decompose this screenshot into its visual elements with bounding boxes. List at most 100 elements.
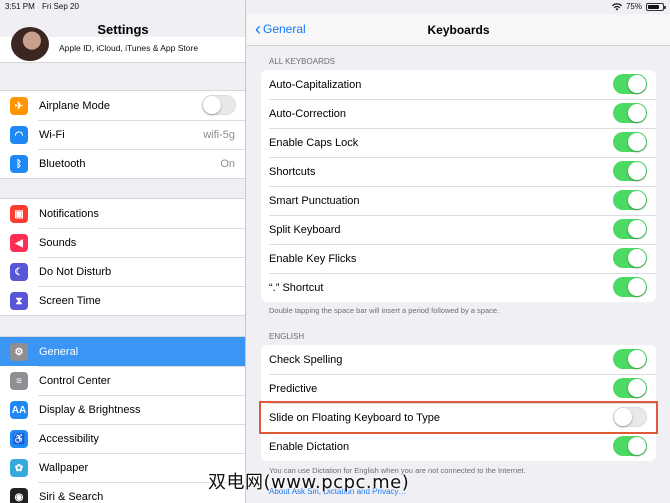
notifications-icon: ▣ [10, 205, 28, 223]
accessibility-icon: ♿ [10, 430, 28, 448]
setting-label: Enable Dictation [269, 440, 350, 453]
sidebar-item-value: wifi-5g [203, 128, 235, 141]
moon-icon: ☾ [10, 263, 28, 281]
setting-row-split-keyboard: Split Keyboard [261, 215, 656, 244]
sidebar-item-wi-fi[interactable]: ◠ Wi-Fi wifi-5g [0, 120, 245, 149]
setting-row-auto-capitalization: Auto-Capitalization [261, 70, 656, 99]
sidebar-item-label: General [39, 345, 79, 358]
setting-toggle[interactable] [613, 407, 647, 427]
setting-toggle[interactable] [613, 436, 647, 456]
sidebar-item-label: Sounds [39, 236, 77, 249]
sidebar-item-control-center[interactable]: ≡ Control Center [0, 366, 245, 395]
toggle-knob [628, 249, 646, 267]
toggle-knob [628, 162, 646, 180]
setting-toggle[interactable] [613, 349, 647, 369]
sidebar-item-accessibility[interactable]: ♿ Accessibility [0, 424, 245, 453]
sidebar-item-label: Bluetooth [39, 157, 86, 170]
watermark: 双电网(www.pcpc.me) [208, 472, 410, 493]
sidebar-item-label: Do Not Disturb [39, 265, 112, 278]
status-date: Fri Sep 20 [42, 2, 79, 11]
airplane-icon: ✈ [10, 97, 28, 115]
setting-label: Smart Punctuation [269, 194, 360, 207]
toggle-knob [614, 408, 632, 426]
toggle-knob [628, 278, 646, 296]
setting-label: Auto-Capitalization [269, 78, 362, 91]
sidebar-group: ▣ Notifications ◀ Sounds ☾ Do Not Disturb ⧗ Scr… [0, 198, 245, 316]
sidebar-item-general[interactable]: ⚙ General [0, 337, 245, 366]
setting-label: Shortcuts [269, 165, 316, 178]
setting-toggle[interactable] [613, 219, 647, 239]
setting-toggle[interactable] [613, 103, 647, 123]
sidebar-item-notifications[interactable]: ▣ Notifications [0, 199, 245, 228]
wifi-icon [611, 2, 622, 10]
setting-label: Enable Key Flicks [269, 252, 357, 265]
setting-row-slide-on-floating-keyboard-to-type: Slide on Floating Keyboard to Type [259, 401, 658, 434]
setting-label: Enable Caps Lock [269, 136, 359, 149]
setting-toggle[interactable] [613, 277, 647, 297]
setting-label: Slide on Floating Keyboard to Type [269, 411, 441, 424]
display-icon: AA [10, 401, 28, 419]
toggle-knob [628, 104, 646, 122]
sidebar-item-value: On [220, 157, 235, 170]
sidebar-item-bluetooth[interactable]: ᛒ Bluetooth On [0, 149, 245, 178]
sidebar-item-display-brightness[interactable]: AA Display & Brightness [0, 395, 245, 424]
setting-toggle[interactable] [613, 74, 647, 94]
control-center-icon: ≡ [10, 372, 28, 390]
wallpaper-icon: ✿ [10, 459, 28, 477]
sidebar-item-label: Airplane Mode [39, 99, 110, 112]
setting-toggle[interactable] [613, 248, 647, 268]
toggle-knob [628, 220, 646, 238]
setting-toggle[interactable] [613, 161, 647, 181]
sidebar-item-do-not-disturb[interactable]: ☾ Do Not Disturb [0, 257, 245, 286]
toggle-knob [628, 437, 646, 455]
bluetooth-icon: ᛒ [10, 155, 28, 173]
setting-label: “.” Shortcut [269, 281, 324, 294]
sidebar-item-sounds[interactable]: ◀ Sounds [0, 228, 245, 257]
sidebar-item-label: Wallpaper [39, 461, 89, 474]
sidebar-item-label: Siri & Search [39, 490, 104, 503]
setting-toggle[interactable] [613, 190, 647, 210]
setting-row-predictive: Predictive [261, 374, 656, 403]
battery-level [648, 4, 659, 9]
setting-toggle[interactable] [613, 378, 647, 398]
setting-row-check-spelling: Check Spelling [261, 345, 656, 374]
nav-bar: ‹ General Keyboards [247, 14, 670, 46]
setting-row-smart-punctuation: Smart Punctuation [261, 186, 656, 215]
sidebar-item-airplane-mode[interactable]: ✈ Airplane Mode [0, 91, 245, 120]
toggle-knob [628, 379, 646, 397]
keyboards-pane: ‹ General Keyboards ALL KEYBOARDS Auto-C… [247, 0, 670, 503]
toggle-knob [628, 350, 646, 368]
sidebar-item-label: Screen Time [39, 294, 101, 307]
setting-row-enable-dictation: Enable Dictation [261, 432, 656, 461]
setting-row-enable-key-flicks: Enable Key Flicks [261, 244, 656, 273]
sidebar-item-label: Wi-Fi [39, 128, 65, 141]
battery-percent: 75% [625, 2, 642, 11]
apple-id-row[interactable]: Apple ID, iCloud, iTunes & App Store [0, 27, 245, 63]
siri-icon: ◉ [10, 488, 28, 503]
section-header-english: ENGLISH [269, 332, 305, 341]
sidebar-item-label: Display & Brightness [39, 403, 141, 416]
battery-icon [646, 2, 666, 11]
setting-row-auto-correction: Auto-Correction [261, 99, 656, 128]
setting-row-shortcut: “.” Shortcut [261, 273, 656, 302]
english-group: Check Spelling Predictive Slide on Floatin… [259, 345, 658, 461]
setting-row-shortcuts: Shortcuts [261, 157, 656, 186]
status-time: 3:51 PM [5, 2, 35, 11]
sidebar-group: ✈ Airplane Mode ◠ Wi-Fi wifi-5g ᛒ Bluetooth On [0, 90, 245, 179]
setting-toggle[interactable] [613, 132, 647, 152]
sidebar-item-label: Accessibility [39, 432, 99, 445]
toggle-knob [628, 75, 646, 93]
airplane-mode-toggle[interactable] [202, 95, 236, 115]
gear-icon: ⚙ [10, 343, 28, 361]
toggle-knob [628, 133, 646, 151]
setting-label: Predictive [269, 382, 318, 395]
all-keyboards-group: Auto-Capitalization Auto-Correction Enable… [261, 70, 656, 302]
toggle-knob [203, 96, 221, 114]
setting-label: Check Spelling [269, 353, 343, 366]
setting-label: Auto-Correction [269, 107, 347, 120]
sidebar-item-screen-time[interactable]: ⧗ Screen Time [0, 286, 245, 315]
avatar [11, 27, 49, 61]
setting-row-enable-caps-lock: Enable Caps Lock [261, 128, 656, 157]
page-title: Keyboards [427, 23, 490, 37]
status-bar: 3:51 PM Fri Sep 20 75% [0, 0, 670, 14]
